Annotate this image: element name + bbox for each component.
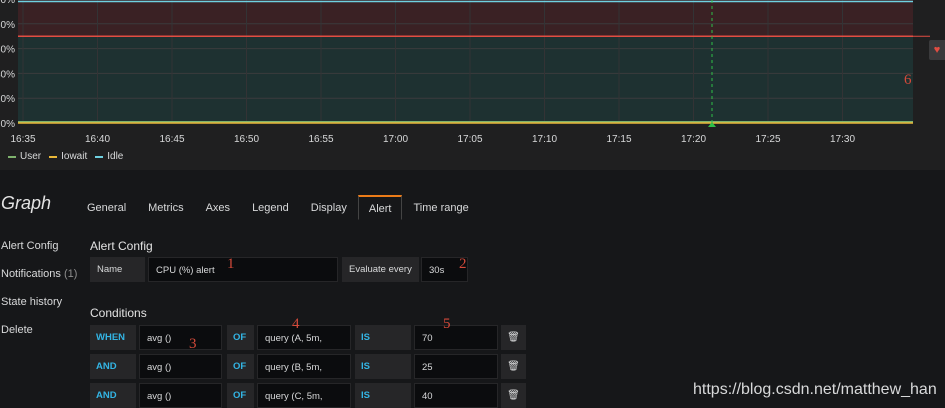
x-tick-label: 16:50	[234, 134, 259, 145]
x-tick-label: 17:20	[681, 134, 706, 145]
alert-sidenav: Alert Config Notifications (1) State his…	[1, 240, 77, 352]
x-tick-label: 17:05	[457, 134, 482, 145]
sidenav-notifications-label: Notifications	[1, 268, 61, 280]
evaluate-label: Evaluate every	[342, 257, 419, 282]
cpu-chart: 0% 20% 40% 60% 80% 100% 16:35 16:40 16:45 16:50 16…	[0, 0, 930, 145]
legend-swatch	[8, 155, 16, 158]
trash-icon: 🗑	[507, 361, 520, 372]
legend-item-idle[interactable]: Idle	[95, 151, 123, 162]
remove-condition-button[interactable]: 🗑	[501, 325, 526, 350]
condition-evaluator[interactable]: IS ABOVE	[355, 354, 411, 397]
tab-time-range[interactable]: Time range	[402, 195, 479, 220]
ok-zone	[18, 36, 913, 124]
legend-label: User	[20, 151, 42, 162]
annotation-1: 1	[227, 256, 235, 272]
condition-of-label: OF	[227, 383, 254, 408]
y-tick-label: 100%	[0, 0, 15, 6]
x-tick-label: 17:15	[606, 134, 631, 145]
legend-item-user[interactable]: User	[8, 151, 41, 162]
x-tick-label: 16:45	[159, 134, 184, 145]
tab-legend[interactable]: Legend	[241, 195, 300, 220]
remove-condition-button[interactable]: 🗑	[501, 354, 526, 379]
condition-reducer[interactable]: avg ()	[139, 383, 222, 408]
notifications-count: (1)	[63, 268, 78, 280]
condition-reducer[interactable]: avg ()	[139, 354, 222, 379]
legend-swatch	[95, 155, 104, 158]
condition-threshold-input[interactable]: 70	[414, 325, 498, 350]
name-label: Name	[90, 257, 145, 282]
annotation-3: 3	[189, 336, 197, 352]
condition-operator[interactable]: WHEN	[90, 325, 136, 350]
y-tick-label: 60%	[0, 45, 15, 56]
legend-item-iowait[interactable]: Iowait	[49, 151, 87, 162]
watermark-text: https://blog.csdn.net/matthew_han	[693, 381, 937, 398]
condition-evaluator[interactable]: IS ABOVE	[355, 325, 411, 368]
sidenav-alert-config[interactable]: Alert Config	[1, 240, 77, 268]
x-tick-label: 16:40	[85, 134, 110, 145]
chart-legend: User Iowait Idle	[8, 151, 123, 162]
panel-tabs: General Metrics Axes Legend Display Aler…	[76, 195, 480, 220]
sidenav-delete[interactable]: Delete	[1, 324, 77, 352]
tab-axes[interactable]: Axes	[195, 195, 241, 220]
y-tick-label: 40%	[0, 69, 15, 80]
x-tick-label: 16:55	[308, 134, 333, 145]
alert-config-title: Alert Config	[90, 239, 153, 253]
panel-title: Graph	[1, 193, 52, 213]
condition-of-label: OF	[227, 354, 254, 379]
condition-query[interactable]: query (A, 5m, now)	[257, 325, 351, 369]
heart-icon: ♥	[933, 44, 941, 56]
alert-name-input[interactable]: CPU (%) alert	[148, 257, 338, 282]
tab-general[interactable]: General	[76, 195, 137, 220]
alert-zone	[18, 0, 913, 37]
legend-label: Idle	[107, 151, 124, 162]
x-tick-label: 17:10	[532, 134, 557, 145]
annotation-4: 4	[292, 316, 300, 332]
x-tick-label: 17:00	[383, 134, 408, 145]
legend-label: Iowait	[61, 151, 88, 162]
condition-query[interactable]: query (B, 5m, now)	[257, 354, 351, 398]
condition-operator[interactable]: AND	[90, 383, 136, 408]
annotation-6: 6	[904, 72, 912, 88]
tab-display[interactable]: Display	[300, 195, 358, 220]
conditions-title: Conditions	[90, 306, 147, 320]
x-tick-label: 17:30	[830, 134, 855, 145]
graph-panel: 0% 20% 40% 60% 80% 100% 16:35 16:40 16:45 16:50 16…	[0, 0, 945, 170]
condition-reducer[interactable]: avg ()	[139, 325, 222, 350]
remove-condition-button[interactable]: 🗑	[501, 383, 526, 408]
condition-evaluator[interactable]: IS BELOW	[355, 383, 411, 408]
trash-icon: 🗑	[507, 390, 520, 401]
sidenav-state-history[interactable]: State history	[1, 296, 77, 324]
y-tick-label: 20%	[0, 94, 15, 105]
condition-threshold-input[interactable]: 40	[414, 383, 498, 408]
tab-alert[interactable]: Alert	[357, 195, 403, 220]
condition-of-label: OF	[227, 325, 254, 350]
trash-icon: 🗑	[507, 332, 520, 343]
annotation-5: 5	[443, 316, 451, 332]
y-tick-label: 80%	[0, 20, 15, 31]
condition-query[interactable]: query (C, 5m, now)	[257, 383, 351, 408]
x-tick-label: 17:25	[755, 134, 780, 145]
alert-heart-button[interactable]: ♥	[929, 40, 945, 60]
legend-swatch	[49, 155, 58, 158]
sidenav-notifications[interactable]: Notifications (1)	[1, 268, 77, 296]
condition-threshold-input[interactable]: 25	[414, 354, 498, 379]
condition-operator[interactable]: AND	[90, 354, 136, 379]
y-tick-label: 0%	[1, 119, 16, 130]
tab-metrics[interactable]: Metrics	[137, 195, 194, 220]
annotation-2: 2	[459, 256, 467, 272]
x-tick-label: 16:35	[10, 134, 35, 145]
